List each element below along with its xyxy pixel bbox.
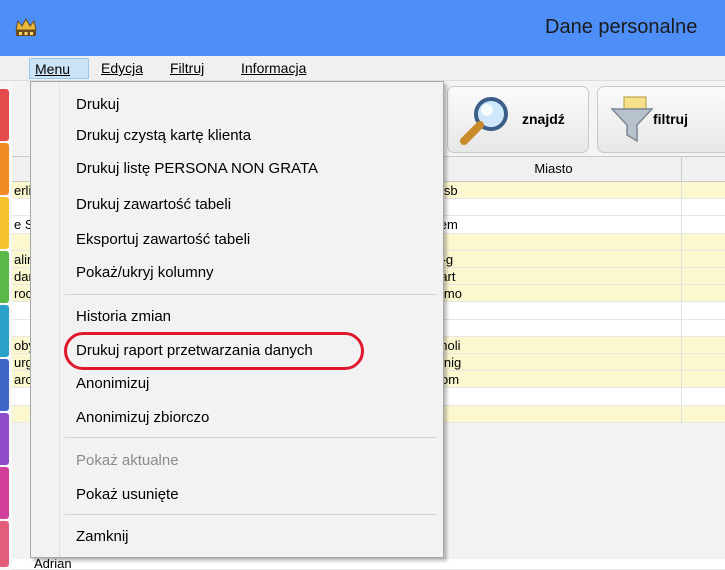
menubar-edycja-label: Edycja bbox=[101, 60, 144, 76]
table-cell bbox=[681, 199, 725, 217]
menu-item-pokaz-usuniete[interactable]: Pokaż usunięte bbox=[76, 485, 179, 505]
table-cell: Konig bbox=[425, 354, 681, 371]
table-cell bbox=[681, 250, 725, 268]
find-button[interactable]: znajdź bbox=[447, 86, 589, 153]
menu-item-drukuj-zawartosc-tabeli[interactable]: Drukuj zawartość tabeli bbox=[76, 195, 231, 215]
menu-item-pokaz-ukryj-kolumny[interactable]: Pokaż/ukryj kolumny bbox=[76, 263, 214, 283]
table-cell: Trem bbox=[425, 216, 681, 234]
menubar-menu-label: Menu bbox=[35, 61, 71, 77]
color-tabs-strip bbox=[0, 81, 12, 570]
color-tab[interactable] bbox=[0, 521, 9, 567]
menu-item-drukuj-czysta-karte[interactable]: Drukuj czystą kartę klienta bbox=[76, 126, 251, 146]
table-cell bbox=[681, 302, 725, 320]
table-cell bbox=[681, 405, 725, 423]
table-cell: Start bbox=[425, 268, 681, 285]
menu-dropdown: Drukuj Drukuj czystą kartę klienta Druku… bbox=[30, 81, 444, 558]
table-cell bbox=[681, 354, 725, 371]
filter-button-label: filtruj bbox=[653, 111, 688, 127]
highlight-annotation bbox=[64, 332, 364, 370]
color-tab[interactable] bbox=[0, 197, 9, 249]
table-cell bbox=[681, 233, 725, 251]
table-cell bbox=[681, 182, 725, 199]
menubar-filtruj[interactable]: Filtruj bbox=[165, 58, 209, 79]
table-cell bbox=[681, 216, 725, 234]
menubar-informacja-label: Informacja bbox=[241, 60, 307, 76]
find-button-label: znajdź bbox=[522, 111, 565, 127]
color-tab[interactable] bbox=[0, 467, 9, 519]
crown-icon bbox=[15, 17, 37, 36]
table-cell: Krom bbox=[425, 371, 681, 389]
window-title: Dane personalne bbox=[545, 16, 698, 38]
color-tab[interactable] bbox=[0, 143, 9, 195]
menu-item-anonimizuj-zbiorczo[interactable]: Anonimizuj zbiorczo bbox=[76, 408, 209, 428]
color-tab[interactable] bbox=[0, 251, 9, 303]
table-cell bbox=[681, 268, 725, 285]
table-cell bbox=[425, 302, 681, 320]
menu-item-zamknij[interactable]: Zamknij bbox=[76, 527, 129, 547]
menu-gutter bbox=[31, 82, 60, 557]
column-header-miasto[interactable]: Miasto bbox=[425, 157, 681, 183]
column-header-next[interactable] bbox=[681, 157, 725, 183]
menubar-edycja[interactable]: Edycja bbox=[96, 58, 148, 79]
table-cell bbox=[681, 371, 725, 389]
menu-separator bbox=[65, 294, 437, 295]
menubar-menu[interactable]: Menu bbox=[29, 58, 89, 79]
table-cell bbox=[425, 199, 681, 217]
table-cell: Pomo bbox=[425, 285, 681, 303]
table-cell bbox=[681, 388, 725, 406]
table-cell bbox=[681, 319, 725, 337]
magnifier-icon bbox=[460, 97, 508, 145]
menu-item-historia-zmian[interactable]: Historia zmian bbox=[76, 307, 171, 327]
table-cell: Adrian bbox=[34, 559, 72, 570]
menu-separator bbox=[65, 514, 437, 515]
table-cell: - bbox=[425, 405, 681, 423]
menu-bar: Menu Edycja Filtruj Informacja bbox=[0, 56, 725, 81]
table-cell: 11-g bbox=[425, 250, 681, 268]
table-cell bbox=[425, 319, 681, 337]
color-tab[interactable] bbox=[0, 305, 9, 357]
table-cell bbox=[681, 285, 725, 303]
color-tab[interactable] bbox=[0, 413, 9, 465]
menu-item-pokaz-aktualne: Pokaż aktualne bbox=[76, 452, 179, 469]
color-tab[interactable] bbox=[0, 359, 9, 411]
table-cell: : bbox=[425, 388, 681, 406]
menu-item-anonimizuj[interactable]: Anonimizuj bbox=[76, 374, 149, 394]
table-cell: Smoli bbox=[425, 336, 681, 354]
filter-button[interactable]: filtruj bbox=[597, 86, 725, 153]
menubar-informacja[interactable]: Informacja bbox=[236, 58, 311, 79]
menu-item-eksportuj-zawartosc-tabeli[interactable]: Eksportuj zawartość tabeli bbox=[76, 230, 250, 250]
table-cell: Ausb bbox=[425, 182, 681, 199]
menubar-filtruj-label: Filtruj bbox=[170, 60, 205, 76]
color-tab[interactable] bbox=[0, 89, 9, 141]
title-bar: Dane personalne bbox=[0, 0, 725, 56]
funnel-icon bbox=[610, 96, 654, 143]
table-row[interactable]: Adrian bbox=[12, 559, 725, 570]
menu-item-drukuj[interactable]: Drukuj bbox=[76, 95, 119, 115]
table-cell bbox=[681, 336, 725, 354]
table-cell: - bbox=[425, 233, 681, 251]
menu-item-drukuj-persona-non-grata[interactable]: Drukuj listę PERSONA NON GRATA bbox=[76, 159, 318, 179]
menu-separator bbox=[65, 437, 437, 438]
